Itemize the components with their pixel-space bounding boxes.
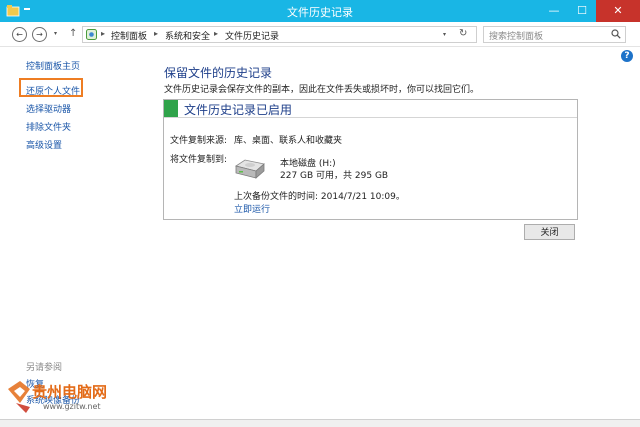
run-now-link[interactable]: 立即运行 [234, 202, 270, 215]
close-window-button[interactable]: ✕ [596, 0, 640, 22]
sidebar-item-select-drive[interactable]: 选择驱动器 [26, 102, 71, 115]
help-button[interactable]: ? [621, 50, 633, 62]
breadcrumb-file-history[interactable]: 文件历史记录 [225, 29, 279, 42]
close-button[interactable]: 关闭 [524, 224, 575, 240]
hard-drive-icon [235, 159, 265, 179]
status-title: 文件历史记录已启用 [184, 103, 293, 117]
refresh-button[interactable]: ↻ [459, 28, 467, 39]
search-icon[interactable] [611, 29, 621, 39]
sidebar-item-advanced-settings[interactable]: 高级设置 [26, 138, 62, 151]
last-backup-time: 上次备份文件的时间: 2014/7/21 10:09。 [234, 192, 405, 202]
source-label: 文件复制来源: [170, 136, 228, 146]
see-also-heading: 另请参阅 [26, 363, 63, 373]
up-button[interactable]: ↑ [69, 28, 77, 39]
status-color-bar [164, 100, 178, 117]
recent-locations-dropdown[interactable]: ▾ [54, 30, 57, 37]
page-description: 文件历史记录会保存文件的副本，因此在文件丢失或损坏时，你可以找回它们。 [164, 85, 480, 95]
breadcrumb-separator[interactable]: ▸ [101, 29, 105, 38]
address-dropdown[interactable]: ▾ [443, 31, 446, 38]
destination-label: 将文件复制到: [170, 155, 228, 165]
source-value: 库、桌面、联系人和收藏夹 [234, 136, 343, 146]
title-bar: 文件历史记录 — ☐ ✕ [0, 0, 640, 22]
page-title: 保留文件的历史记录 [164, 66, 273, 80]
control-panel-icon [86, 29, 97, 40]
status-panel: 文件历史记录已启用 文件复制来源: 库、桌面、联系人和收藏夹 将文件复制到: 本… [163, 99, 578, 220]
watermark-url: www.gzitw.net [43, 402, 101, 411]
back-button[interactable]: ← [12, 27, 27, 42]
breadcrumb-control-panel[interactable]: 控制面板 [111, 29, 147, 42]
minimize-button[interactable]: — [540, 0, 568, 22]
sidebar-item-control-panel-home[interactable]: 控制面板主页 [26, 59, 80, 72]
search-box[interactable]: 搜索控制面板 [483, 26, 626, 43]
sidebar-item-exclude-folders[interactable]: 排除文件夹 [26, 120, 71, 133]
address-toolbar: ← → ▾ ↑ ▸ 控制面板 ▸ 系统和安全 ▸ 文件历史记录 ▾ ↻ 搜索控制… [0, 22, 640, 47]
breadcrumb-separator[interactable]: ▸ [214, 29, 218, 38]
breadcrumb-system-security[interactable]: 系统和安全 [165, 29, 210, 42]
drive-space: 227 GB 可用，共 295 GB [280, 171, 389, 181]
address-box[interactable]: ▸ 控制面板 ▸ 系统和安全 ▸ 文件历史记录 ▾ ↻ [82, 26, 477, 43]
forward-button[interactable]: → [32, 27, 47, 42]
sidebar-item-restore-files[interactable]: 还原个人文件 [26, 84, 80, 97]
status-banner: 文件历史记录已启用 [164, 100, 577, 118]
watermark-text: 贵州电脑网 [32, 383, 108, 401]
search-placeholder: 搜索控制面板 [489, 32, 544, 42]
maximize-button[interactable]: ☐ [568, 0, 596, 22]
breadcrumb-separator[interactable]: ▸ [154, 29, 158, 38]
